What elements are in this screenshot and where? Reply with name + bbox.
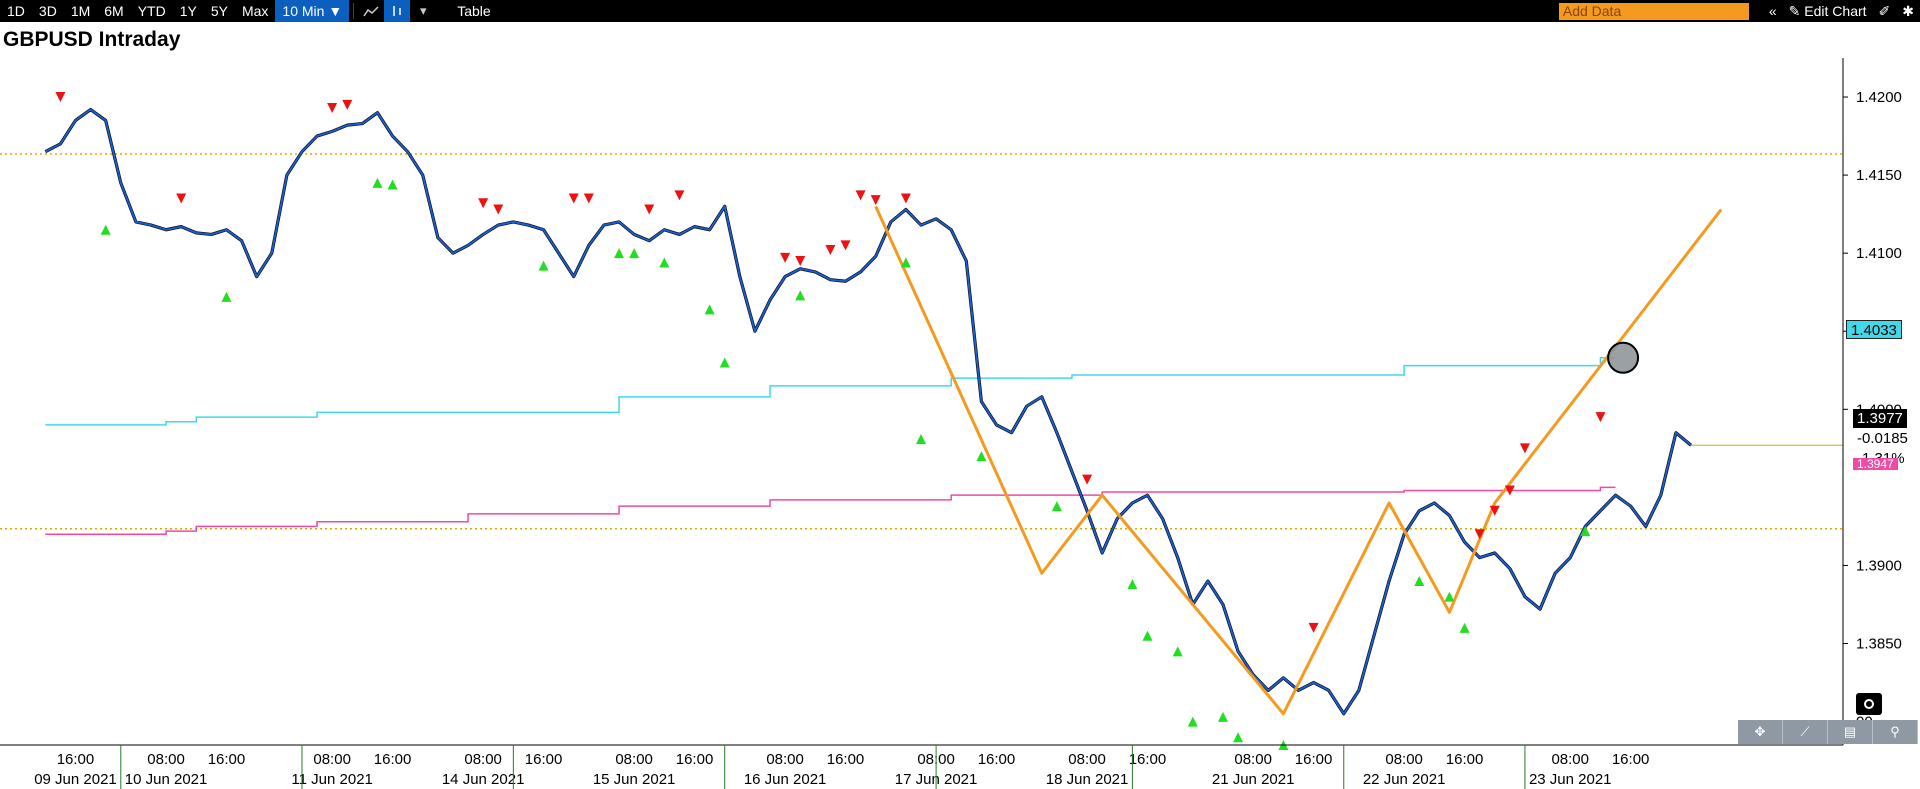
upper-band-value-label: 1.4033: [1846, 320, 1902, 339]
buy-signal-5: [614, 248, 625, 259]
sell-signal-5: [493, 204, 504, 215]
notes-icon[interactable]: ▤: [1828, 720, 1873, 744]
sell-signal-16: [900, 193, 911, 204]
target-circle: [1607, 341, 1640, 374]
upper-band-line: [45, 357, 1616, 426]
buy-signal-18: [1187, 716, 1198, 727]
y-tick-label-5: 1.3900: [1856, 557, 1902, 574]
x-tick-time-14: 16:00: [1129, 751, 1167, 768]
buy-signal-2: [372, 177, 383, 188]
buy-signal-17: [1172, 646, 1183, 657]
sell-signal-9: [674, 190, 685, 201]
sell-signal-23: [1595, 412, 1606, 423]
x-tick-time-18: 16:00: [1446, 751, 1484, 768]
price-line: [44, 108, 1692, 715]
x-tick-time-8: 16:00: [676, 751, 714, 768]
buy-signal-7: [659, 257, 670, 268]
price-line-shadow: [44, 107, 1693, 716]
x-tick-date-7: 15 Jun 2021: [593, 771, 676, 788]
last-price-label: 1.3977: [1853, 409, 1907, 428]
buy-signal-8: [704, 304, 715, 315]
x-tick-time-15: 08:00: [1234, 751, 1272, 768]
sell-signal-8: [644, 204, 655, 215]
buy-signal-12: [916, 433, 926, 444]
x-tick-date-0: 09 Jun 2021: [34, 771, 117, 788]
x-tick-date-9: 16 Jun 2021: [744, 771, 827, 788]
sell-signal-1: [176, 193, 187, 204]
sell-signal-7: [583, 193, 594, 204]
pattern-line-0: [874, 205, 1723, 716]
buy-signal-0: [100, 224, 111, 235]
buy-signal-16: [1142, 630, 1153, 641]
x-tick-time-13: 08:00: [1068, 751, 1106, 768]
x-tick-date-15: 21 Jun 2021: [1212, 771, 1295, 788]
sell-signal-17: [1082, 474, 1093, 485]
buy-signal-6: [629, 248, 640, 259]
lower-band-line: [45, 486, 1616, 535]
x-tick-date-19: 23 Jun 2021: [1529, 771, 1612, 788]
sell-signal-13: [840, 240, 851, 251]
x-tick-time-1: 08:00: [147, 751, 185, 768]
x-tick-time-19: 08:00: [1551, 751, 1589, 768]
buy-signal-14: [1051, 501, 1062, 512]
buy-signal-3: [387, 179, 398, 190]
buy-signal-10: [795, 290, 806, 301]
price-change-label: -0.0185: [1853, 429, 1912, 448]
buy-signal-22: [1414, 576, 1425, 587]
x-tick-date-13: 18 Jun 2021: [1046, 771, 1129, 788]
zoom-icon[interactable]: ⚲: [1873, 720, 1918, 744]
y-tick-label-2: 1.4100: [1856, 245, 1902, 262]
buy-signal-23: [1444, 591, 1455, 602]
x-tick-time-17: 08:00: [1385, 751, 1423, 768]
buy-signal-24: [1459, 622, 1470, 633]
sell-signal-11: [795, 255, 806, 266]
sell-signal-6: [568, 193, 579, 204]
buy-signal-1: [221, 291, 232, 302]
x-tick-time-4: 16:00: [374, 751, 412, 768]
sell-signal-15: [870, 195, 881, 206]
lower-band-value-label: 1.3947: [1853, 458, 1898, 470]
sell-signal-10: [780, 252, 791, 263]
y-tick-label-1: 1.4150: [1856, 167, 1902, 184]
x-tick-time-10: 16:00: [827, 751, 865, 768]
draw-line-icon[interactable]: ⟋: [1783, 720, 1828, 744]
sell-signal-4: [478, 198, 489, 209]
buy-signal-4: [538, 260, 549, 271]
x-tick-date-5: 14 Jun 2021: [442, 771, 525, 788]
buy-signal-19: [1217, 711, 1228, 722]
x-tick-time-12: 16:00: [978, 751, 1016, 768]
x-tick-time-2: 16:00: [208, 751, 246, 768]
x-tick-date-1: 10 Jun 2021: [125, 771, 208, 788]
sell-signal-22: [1519, 443, 1530, 454]
settings-ring: [1864, 699, 1874, 709]
y-tick-label-0: 1.4200: [1856, 89, 1902, 106]
chart-tools-bar: ✥ ⟋ ▤ ⚲: [1738, 720, 1918, 744]
buy-signal-13: [976, 451, 987, 462]
x-tick-date-3: 11 Jun 2021: [291, 771, 372, 788]
sell-signal-3: [342, 99, 353, 110]
x-tick-time-9: 08:00: [766, 751, 804, 768]
buy-signal-15: [1127, 579, 1138, 590]
sell-signal-14: [855, 190, 866, 201]
sell-signal-2: [327, 102, 338, 113]
x-tick-time-0: 16:00: [57, 751, 95, 768]
x-tick-time-3: 08:00: [313, 751, 351, 768]
x-tick-time-20: 16:00: [1612, 751, 1650, 768]
buy-signal-20: [1233, 732, 1244, 743]
sell-signal-12: [825, 245, 836, 256]
x-tick-time-6: 16:00: [525, 751, 563, 768]
x-tick-time-16: 16:00: [1295, 751, 1333, 768]
y-tick-label-6: 1.3850: [1856, 636, 1902, 653]
crosshair-icon[interactable]: ✥: [1738, 720, 1783, 744]
price-chart: 1.42001.41501.41001.40501.40001.39001.38…: [0, 58, 1902, 789]
sell-signal-0: [55, 92, 66, 103]
buy-signal-9: [719, 357, 730, 368]
x-tick-date-17: 22 Jun 2021: [1363, 771, 1446, 788]
x-tick-time-7: 08:00: [615, 751, 653, 768]
x-tick-time-5: 08:00: [464, 751, 502, 768]
chart-settings-icon[interactable]: [1856, 693, 1882, 715]
sell-signal-18: [1308, 622, 1319, 633]
